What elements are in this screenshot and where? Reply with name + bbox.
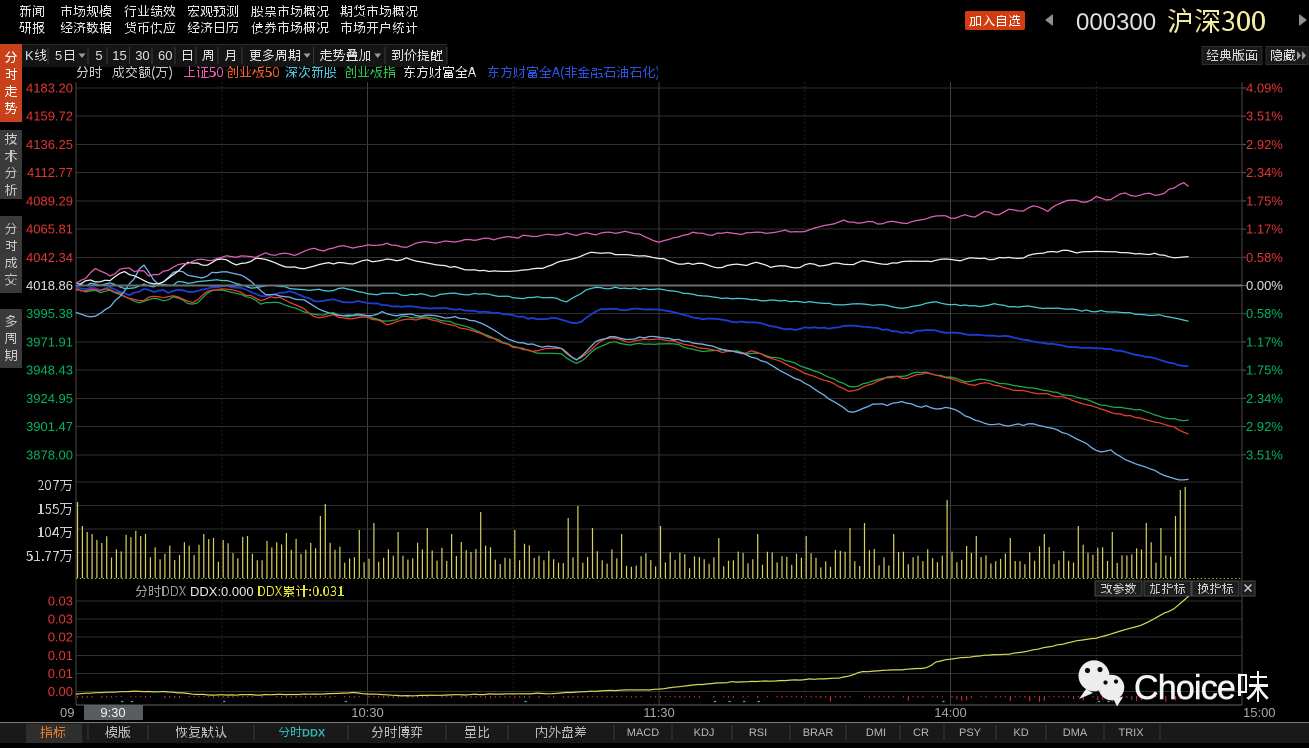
- svg-text:14:00: 14:00: [934, 705, 967, 720]
- svg-text:1.75%: 1.75%: [1246, 193, 1283, 208]
- svg-text:BRAR: BRAR: [803, 727, 834, 739]
- svg-text:0.58%: 0.58%: [1246, 250, 1283, 265]
- svg-text:4089.29: 4089.29: [26, 193, 73, 208]
- svg-text:0.01: 0.01: [48, 648, 73, 663]
- svg-text:15: 15: [112, 48, 126, 63]
- svg-text:1.17%: 1.17%: [1246, 334, 1283, 349]
- svg-text:30: 30: [135, 48, 149, 63]
- svg-text:DDX: DDX: [302, 728, 326, 740]
- svg-text:4159.72: 4159.72: [26, 109, 73, 124]
- svg-text:0.03: 0.03: [48, 612, 73, 627]
- svg-text:0.01: 0.01: [48, 666, 73, 681]
- svg-text:0.02: 0.02: [48, 630, 73, 645]
- svg-text:10:30: 10:30: [351, 705, 384, 720]
- svg-text:4042.34: 4042.34: [26, 250, 73, 265]
- svg-text:2.92%: 2.92%: [1246, 137, 1283, 152]
- svg-text:DDX:0.000: DDX:0.000: [190, 584, 254, 599]
- svg-text:11:30: 11:30: [643, 705, 675, 720]
- svg-text:3995.38: 3995.38: [26, 306, 73, 321]
- svg-text:3924.95: 3924.95: [26, 391, 73, 406]
- svg-text:PSY: PSY: [959, 727, 982, 739]
- svg-text:MACD: MACD: [627, 727, 659, 739]
- svg-text:4018.86: 4018.86: [26, 278, 73, 293]
- svg-text:TRIX: TRIX: [1118, 727, 1144, 739]
- svg-text:Choice: Choice: [1134, 669, 1235, 707]
- svg-text:60: 60: [158, 48, 172, 63]
- svg-text:0.58%: 0.58%: [1246, 306, 1283, 321]
- svg-text:DMI: DMI: [866, 727, 886, 739]
- svg-text:1.17%: 1.17%: [1246, 222, 1283, 237]
- svg-text:2.34%: 2.34%: [1246, 391, 1283, 406]
- svg-text:KD: KD: [1013, 727, 1028, 739]
- svg-text:4183.20: 4183.20: [26, 81, 73, 96]
- svg-text:9:30: 9:30: [100, 705, 125, 720]
- svg-text:3.51%: 3.51%: [1246, 109, 1283, 124]
- svg-text:000300: 000300: [1076, 9, 1156, 36]
- svg-text:3948.43: 3948.43: [26, 363, 73, 378]
- svg-text:K: K: [25, 48, 34, 63]
- svg-text:3.51%: 3.51%: [1246, 447, 1283, 462]
- svg-text:4112.77: 4112.77: [27, 165, 73, 180]
- svg-text:3971.91: 3971.91: [26, 334, 73, 349]
- svg-text:15:00: 15:00: [1243, 705, 1276, 720]
- svg-text:KDJ: KDJ: [694, 727, 715, 739]
- svg-text:DMA: DMA: [1063, 727, 1088, 739]
- svg-text:0.03: 0.03: [48, 594, 73, 609]
- svg-text:4.09%: 4.09%: [1246, 81, 1283, 96]
- svg-text:3878.00: 3878.00: [26, 447, 73, 462]
- svg-text:CR: CR: [913, 727, 929, 739]
- svg-text:4065.81: 4065.81: [26, 222, 73, 237]
- svg-text:0.00: 0.00: [48, 684, 73, 699]
- svg-text:5: 5: [95, 48, 102, 63]
- svg-text:09: 09: [60, 705, 74, 720]
- svg-text:3901.47: 3901.47: [26, 419, 73, 434]
- svg-text:1.75%: 1.75%: [1246, 363, 1283, 378]
- svg-text:5: 5: [55, 48, 62, 63]
- svg-text:0.00%: 0.00%: [1246, 278, 1283, 293]
- svg-text:RSI: RSI: [749, 727, 767, 739]
- svg-text:2.34%: 2.34%: [1246, 165, 1283, 180]
- svg-text:4136.25: 4136.25: [26, 137, 73, 152]
- svg-text:2.92%: 2.92%: [1246, 419, 1283, 434]
